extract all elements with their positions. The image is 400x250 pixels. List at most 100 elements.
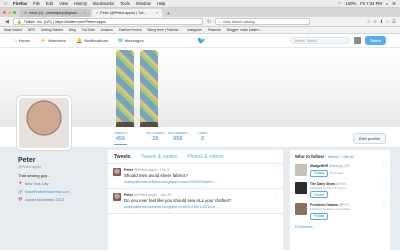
website-text[interactable]: MakePatternSickness.com [25,190,70,194]
bookmark-item[interactable]: Blogger: make pattern... [227,28,262,32]
tab-twitter[interactable]: ● Peter (@PeterLappin) | Twi... × [92,9,162,17]
menu-file[interactable]: File [33,1,40,6]
who-to-follow-header: Who to follow · Refresh · View all [295,154,354,159]
bookmark-item[interactable]: Most Visited [4,28,22,32]
tweet-author-name[interactable]: Peter [124,193,133,197]
tweet[interactable]: Peter @PeterLappin · Feb 5 Should men av… [108,164,283,189]
bookmark-item[interactable]: Fashion Fevers [119,28,142,32]
tweet-avatar[interactable] [113,168,121,176]
stat-following[interactable]: FOLLOWING 19 [146,131,165,142]
download-icon[interactable]: ⬇ [379,19,383,25]
suggestion-item[interactable]: President Obama @POT... Followed by Rene… [295,203,385,220]
refresh-link[interactable]: Refresh [328,155,339,159]
tweet[interactable]: Peter @PeterLappin · Jan 29 Do you ever … [108,189,283,214]
tab-gmail[interactable]: ✉ Inbox (4) - peterlaptop@gmail... × [20,9,90,17]
dismiss-icon[interactable]: × [383,182,385,186]
follow-button[interactable]: Follow [310,212,329,220]
bookmark-item[interactable]: Being Here | Fashion... [147,28,181,32]
reading-list-icon[interactable]: ≡ [374,19,377,25]
nav-moments[interactable]: ⚡ Moments [40,38,66,44]
minimize-window-icon[interactable] [8,11,11,14]
bookmark-item[interactable]: Bing [69,28,76,32]
close-window-icon[interactable] [3,11,6,14]
stat-likes[interactable]: LIKES 2 [198,131,207,142]
suggestion-item[interactable]: MadgeHDR @Madge_DR Follow Promoted × [295,164,385,177]
follow-button[interactable]: Follow [310,169,329,177]
profile-name[interactable]: Peter [18,157,104,164]
tweet-avatar[interactable] [113,193,121,201]
reload-icon[interactable]: ↻ [206,19,212,25]
profile-website[interactable]: 🔗 MakePatternSickness.com [18,189,104,195]
twitter-search-input[interactable]: Search Twitter [289,37,350,44]
tweet-date[interactable]: Jan 29 [160,193,171,197]
wifi-icon[interactable]: ◠ [338,1,342,6]
close-tab-icon[interactable]: × [156,11,158,15]
tweet-button[interactable]: Tweet [364,36,386,45]
bookmark-item[interactable]: NPR [28,28,35,32]
nav-home[interactable]: ⌂ Home [14,38,30,44]
menu-window[interactable]: Window [136,1,151,6]
bookmark-item[interactable]: Amazon [101,28,113,32]
zoom-window-icon[interactable] [13,11,16,14]
star-icon[interactable]: ☆ [367,19,371,25]
chevron-down-icon[interactable]: ⌄ [275,168,278,184]
tweet-date[interactable]: Feb 5 [160,168,169,172]
battery-label[interactable]: 100% [346,1,357,6]
follow-button[interactable]: Follow [310,191,329,198]
menu-history[interactable]: History [74,1,87,6]
avatar[interactable] [353,37,361,44]
tab-tweets[interactable]: Tweets [114,154,131,160]
clock[interactable]: Fri 7:34 PM [360,1,382,6]
find-friends-link[interactable]: Find friends [295,225,385,229]
who-to-follow-title: Who to follow [295,154,324,159]
suggestion-item[interactable]: The Daily Show @The... Followed by Cin-T… [295,181,385,198]
menu-edit[interactable]: Edit [46,1,53,6]
bookmark-item[interactable]: Pinterest [208,28,221,32]
url-bar[interactable]: 🔒 Twitter, Inc. (US) | https://twitter.c… [13,18,203,25]
bookmark-item[interactable]: Getting Started [41,28,63,32]
stat-tweets[interactable]: TWEETS 456 [114,131,127,145]
home-icon[interactable]: ⌂ [386,19,389,25]
menu-list-icon[interactable]: ☰ [392,1,396,6]
app-menu[interactable]: Firefox [13,1,27,6]
edit-profile-button[interactable]: Edit profile [353,133,386,144]
suggestion-name[interactable]: The Daily Show [310,182,335,186]
tweet-link[interactable]: malepatternboldness.blogspot.com/2016/02… [124,179,272,184]
bookmark-item[interactable]: YouTube [82,28,95,32]
menu-view[interactable]: View [59,1,68,6]
twitter-bird-icon[interactable]: 🐦 [197,37,206,45]
tweet-link[interactable]: malepatternboldness.blogspot.com/2016/01… [124,204,272,209]
close-tab-icon[interactable]: × [84,11,86,15]
suggestion-avatar[interactable] [295,203,307,215]
tab-label: Peter (@PeterLappin) | Twi... [100,11,147,15]
nav-home-label: Home [19,38,31,43]
chevron-down-icon[interactable]: ⌄ [275,193,278,209]
menu-icon[interactable]: ☰ [392,19,396,25]
profile-avatar[interactable] [17,96,71,150]
tweet-author-name[interactable]: Peter [124,168,133,172]
nav-notifications[interactable]: 🔔 Notifications [76,38,108,44]
dismiss-icon[interactable]: × [383,164,385,168]
dismiss-icon[interactable]: × [383,203,385,207]
profile-handle[interactable]: @PeterLappin [18,165,104,169]
suggestion-handle: @The... [336,181,349,186]
menu-help[interactable]: Help [157,1,166,6]
menu-tools[interactable]: Tools [120,1,130,6]
tab-photos-videos[interactable]: Photos & videos [187,154,223,160]
back-icon[interactable]: ◀ [4,19,10,25]
suggestion-avatar[interactable] [295,181,307,194]
menu-bookmarks[interactable]: Bookmarks [93,1,114,6]
tab-label: Inbox (4) - peterlaptop@gmail... [29,11,80,15]
search-bar[interactable]: ⌕ shoe sketch catalog [215,18,310,25]
suggestion-avatar[interactable] [295,164,307,176]
bookmarks-bar: Most Visited NPR Getting Started Bing Yo… [0,27,400,34]
tab-tweets-replies[interactable]: Tweets & replies [141,154,178,160]
spotlight-icon[interactable]: ⌕ [386,1,388,6]
apple-icon[interactable]:  [4,1,7,6]
bookmark-item[interactable]: Instagram [187,28,202,32]
joined-text: Joined November 2013 [24,197,64,202]
stat-followers[interactable]: FOLLOWERS 658 [168,131,188,142]
lightning-icon: ⚡ [40,37,47,44]
view-all-link[interactable]: View all [343,155,354,159]
nav-messages[interactable]: ✉ Messages [118,38,143,44]
